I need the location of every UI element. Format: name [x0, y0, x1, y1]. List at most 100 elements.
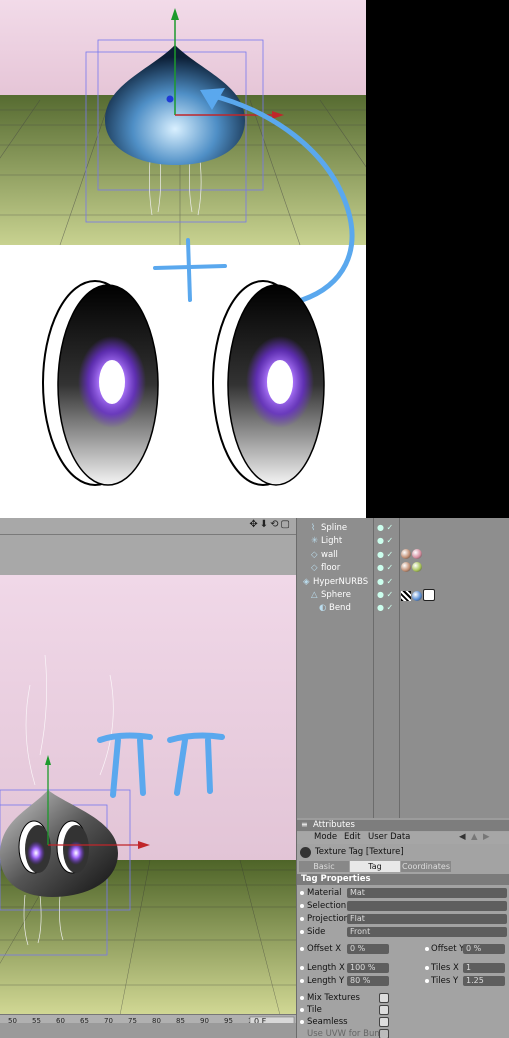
timeline-tick-label: 95 [224, 1017, 233, 1023]
top-render-canvas [0, 0, 366, 518]
tag-title: Texture Tag [Texture] [315, 847, 404, 857]
forward-arrow-icon[interactable]: ▶ [483, 832, 490, 842]
tag-properties-section: Tag Properties [297, 874, 509, 885]
visibility-icon[interactable]: ● ✓ [377, 603, 393, 612]
object-row[interactable]: ⌇ Spline ● ✓ [297, 522, 509, 535]
projection-row: Projection Flat [297, 913, 509, 925]
attributes-title: Texture Tag [Texture] [297, 846, 509, 860]
object-name[interactable]: Bend [329, 603, 351, 613]
selection-row: Selection [297, 900, 509, 912]
length-y-field[interactable]: 80 % [347, 976, 389, 986]
use-uvw-row: Use UVW for Bump [307, 1029, 389, 1038]
attributes-menu: Mode Edit User Data ◀ ▲ ▶ [297, 832, 509, 844]
side-select[interactable]: Front [347, 927, 507, 937]
phong-tag-icon[interactable] [423, 589, 435, 601]
timeline[interactable]: 50556065707580859095100 0 F [0, 1014, 296, 1023]
object-name[interactable]: Light [321, 536, 342, 546]
offset-x-field[interactable]: 0 % [347, 944, 389, 954]
light-icon: ✳ [311, 536, 319, 547]
visibility-icon[interactable]: ● ✓ [377, 590, 393, 599]
length-x-row: Length X 100 % Tiles X 1 [297, 962, 509, 974]
floor-icon: ◇ [311, 549, 318, 560]
up-arrow-icon[interactable]: ▲ [471, 832, 478, 842]
timeline-tick-label: 90 [200, 1017, 209, 1023]
material-tag-icon[interactable] [401, 548, 411, 559]
material-tag-icon[interactable] [401, 562, 411, 573]
current-frame[interactable]: 0 F [254, 1017, 266, 1023]
timeline-tick-label: 75 [128, 1017, 137, 1023]
object-manager[interactable]: ⌇ Spline ● ✓ ✳ Light ● ✓ ◇ wall ● ✓ ◇ floor ● ✓ ◈ Hyp… [297, 518, 509, 818]
viewport-canvas [0, 535, 296, 1015]
bend-icon: ◐ [319, 603, 327, 614]
tile-checkbox[interactable] [379, 1005, 389, 1015]
object-name[interactable]: wall [321, 550, 338, 560]
timeline-tick-label: 70 [104, 1017, 113, 1023]
attributes-header: ≡ Attributes [297, 820, 509, 831]
object-name[interactable]: Spline [321, 523, 347, 533]
menu-mode[interactable]: Mode [314, 832, 337, 842]
seamless-checkbox[interactable] [379, 1017, 389, 1027]
side-row: Side Front [297, 926, 509, 938]
back-arrow-icon[interactable]: ◀ [459, 832, 466, 842]
length-x-field[interactable]: 100 % [347, 963, 389, 973]
object-row[interactable]: ◐ Bend ● ✓ [297, 602, 509, 615]
visibility-icon[interactable]: ● ✓ [377, 550, 393, 559]
object-row[interactable]: ◈ HyperNURBS ● ✓ [297, 576, 509, 589]
texture-tag-icon [300, 847, 311, 858]
object-name[interactable]: Sphere [321, 590, 351, 600]
timeline-tick-label: 65 [80, 1017, 89, 1023]
tiles-x-field[interactable]: 1 [463, 963, 505, 973]
object-row[interactable]: △ Sphere ● ✓ [297, 589, 509, 602]
length-y-row: Length Y 80 % Tiles Y 1.25 [297, 975, 509, 987]
tab-tag[interactable]: Tag [350, 861, 400, 872]
selection-field[interactable] [347, 901, 507, 911]
attributes-tabs: Basic Tag Coordinates [299, 861, 451, 872]
timeline-tick-label: 85 [176, 1017, 185, 1023]
material-tag-icon[interactable] [412, 591, 422, 601]
tab-basic[interactable]: Basic [299, 861, 349, 872]
timeline-tick-label: 55 [32, 1017, 41, 1023]
hypernurbs-icon: ◈ [303, 576, 310, 587]
use-uvw-checkbox[interactable] [379, 1029, 389, 1038]
visibility-icon[interactable]: ● ✓ [377, 577, 393, 586]
sphere-icon: △ [311, 590, 318, 600]
offset-row: Offset X 0 % Offset Y 0 % [297, 943, 509, 955]
offset-y-field[interactable]: 0 % [463, 944, 505, 954]
floor-icon: ◇ [311, 563, 318, 574]
uvw-tag-icon[interactable] [401, 591, 411, 601]
top-render-image [0, 0, 366, 518]
viewport-nav-icons[interactable]: ✥⬇⟲▢ [249, 519, 292, 530]
timeline-ruler: 50556065707580859095100 [8, 1016, 295, 1023]
menu-edit[interactable]: Edit [344, 832, 360, 842]
object-tags [401, 562, 423, 574]
material-field[interactable]: Mat [347, 888, 507, 898]
viewport[interactable]: ✥⬇⟲▢ 50 55 60 65 70 75 80 85 90 95 0 F [0, 518, 296, 1023]
object-name[interactable]: floor [321, 563, 340, 573]
tile-row: Tile [297, 1004, 509, 1016]
timeline-tick-label: 60 [56, 1017, 65, 1023]
cinema4d-interface: ✥⬇⟲▢ 50 55 60 65 70 75 80 85 90 95 0 F ⌇… [0, 518, 509, 1038]
material-tag-icon[interactable] [412, 562, 422, 573]
object-row[interactable]: ◇ floor ● ✓ [297, 562, 509, 575]
menu-user-data[interactable]: User Data [368, 832, 410, 842]
timeline-tick-label: 50 [8, 1017, 17, 1023]
eye-right [212, 280, 325, 486]
material-row: Material Mat [297, 887, 509, 899]
tiles-y-field[interactable]: 1.25 [463, 976, 505, 986]
material-tag-icon[interactable] [412, 548, 422, 559]
object-name[interactable]: HyperNURBS [313, 577, 368, 587]
right-panel: ⌇ Spline ● ✓ ✳ Light ● ✓ ◇ wall ● ✓ ◇ floor ● ✓ ◈ Hyp… [296, 518, 509, 1038]
object-tags [401, 548, 423, 561]
spline-icon: ⌇ [311, 523, 316, 533]
object-row[interactable]: ◇ wall ● ✓ [297, 548, 509, 562]
object-tags [401, 589, 436, 601]
black-panel [366, 0, 509, 518]
mix-textures-checkbox[interactable] [379, 993, 389, 1003]
visibility-icon[interactable]: ● ✓ [377, 536, 393, 545]
object-row[interactable]: ✳ Light ● ✓ [297, 535, 509, 548]
visibility-icon[interactable]: ● ✓ [377, 563, 393, 572]
attributes-manager: ≡ Attributes Mode Edit User Data ◀ ▲ ▶ T… [297, 820, 509, 1038]
visibility-icon[interactable]: ● ✓ [377, 523, 393, 532]
projection-select[interactable]: Flat [347, 914, 507, 924]
tab-coordinates[interactable]: Coordinates [401, 861, 451, 872]
